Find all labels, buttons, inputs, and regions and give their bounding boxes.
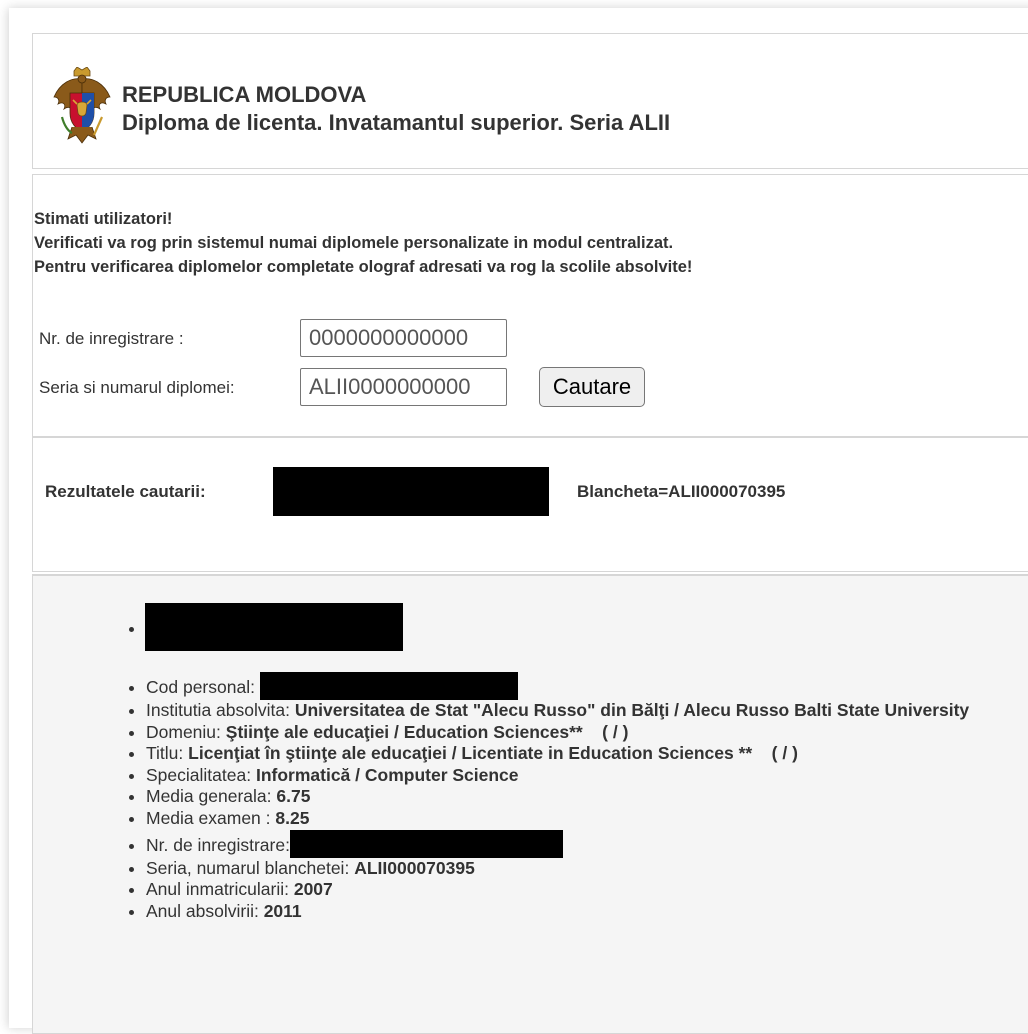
detail-label: Domeniu: [146,721,221,742]
detail-label: Seria, numarul blanchetei: [146,857,350,878]
name-bullet [129,627,134,632]
redacted-graduate-name [145,603,403,651]
registration-number-label: Nr. de inregistrare : [39,329,184,348]
diploma-series-input[interactable] [300,368,507,406]
detail-label: Specialitatea: [146,764,252,785]
diploma-details-list: Cod personal: Institutia absolvita: Univ… [128,672,1006,922]
list-item: Domeniu: Ştiinţe ale educaţiei / Educati… [146,722,1006,744]
header-country: REPUBLICA MOLDOVA [122,82,367,107]
list-item: Specialitatea: Informatică / Computer Sc… [146,765,1006,787]
detail-label: Institutia absolvita: [146,700,290,720]
detail-value: 2011 [263,900,302,921]
detail-value: 6.75 [276,786,311,807]
moldova-coat-of-arms-icon [53,67,111,144]
detail-value: Licenţiat în ştiinţe ale educaţiei / Lic… [188,743,798,764]
user-notice: Stimati utilizatori! Verificati va rog p… [34,207,692,279]
redacted-registration-number [289,829,563,858]
detail-label: Media generala: [146,786,272,807]
detail-value: Informatică / Computer Science [255,764,519,785]
search-button[interactable]: Cautare [539,367,645,407]
list-item: Nr. de inregistrare: [146,829,1006,858]
diploma-series-label: Seria si numarul diplomei: [39,378,235,397]
list-item: Media examen : 8.25 [146,808,1006,830]
results-label: Rezultatele cautarii: [45,482,206,501]
list-item: Anul inmatricularii: 2007 [146,879,1006,901]
list-item: Seria, numarul blanchetei: ALII000070395 [146,858,1006,880]
redacted-personal-code [259,672,518,700]
list-item: Anul absolvirii: 2011 [146,901,1006,923]
detail-value: Universitatea de Stat "Alecu Russo" din … [294,700,970,720]
list-item: Cod personal: [146,672,1006,700]
header-subtitle: Diploma de licenta. Invatamantul superio… [122,110,671,135]
notice-line-3: Pentru verificarea diplomelor completate… [34,258,693,276]
detail-label: Media examen : [146,807,271,828]
list-item: Media generala: 6.75 [146,786,1006,808]
detail-label: Cod personal: [146,677,255,697]
detail-value: ALII000070395 [354,857,475,878]
detail-label: Anul inmatricularii: [146,879,289,900]
notice-line-1: Stimati utilizatori! [34,210,173,228]
registration-number-input[interactable] [300,319,507,357]
detail-value: Ştiinţe ale educaţiei / Education Scienc… [225,721,629,742]
notice-line-2: Verificati va rog prin sistemul numai di… [34,234,674,252]
list-item: Institutia absolvita: Universitatea de S… [146,700,1006,722]
detail-value: 2007 [293,879,333,900]
redacted-result-name [273,467,549,516]
detail-label: Nr. de inregistrare: [146,834,290,855]
detail-label: Titlu: [146,743,184,764]
detail-value: 8.25 [275,807,310,828]
blancheta-value: Blancheta=ALII000070395 [577,482,786,501]
detail-label: Anul absolvirii: [146,900,259,921]
list-item: Titlu: Licenţiat în ştiinţe ale educaţie… [146,743,1006,765]
